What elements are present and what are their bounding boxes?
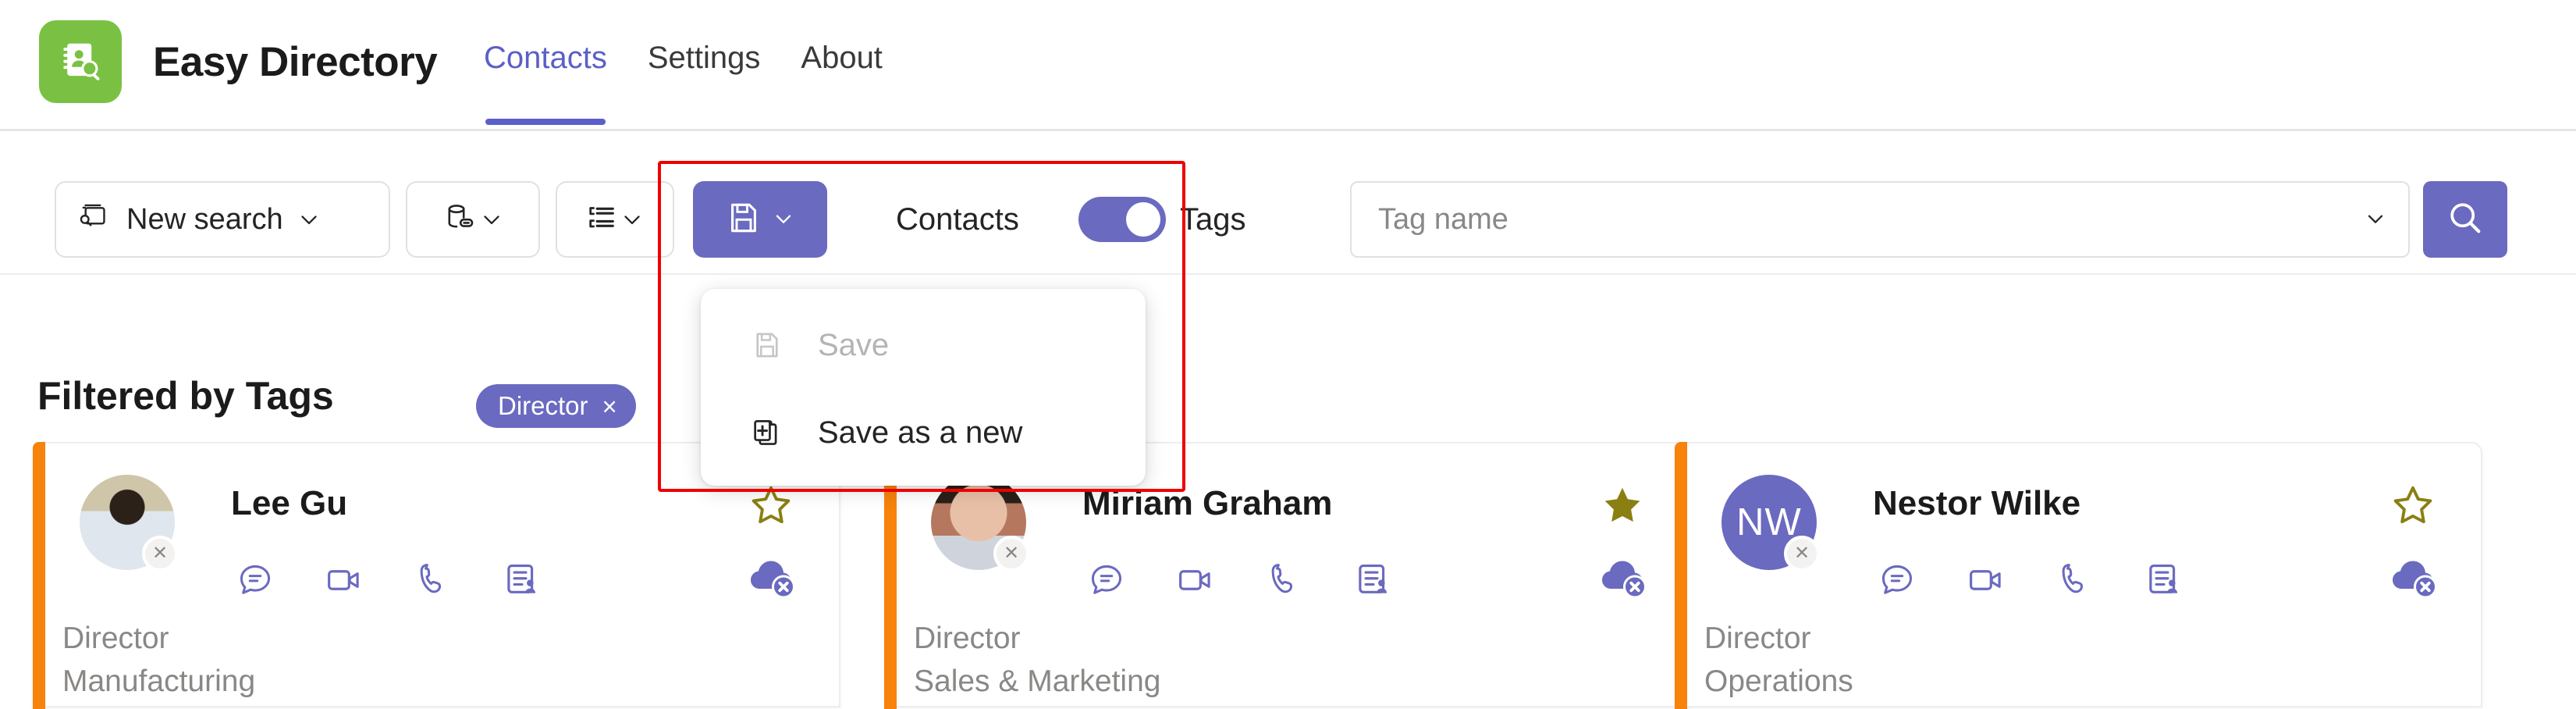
close-icon[interactable]: × <box>602 394 617 419</box>
tag-name-input[interactable]: Tag name <box>1350 181 2410 258</box>
contact-actions <box>1876 559 2185 601</box>
contact-department: Manufacturing <box>62 664 256 698</box>
phone-call-icon[interactable] <box>2054 559 2096 601</box>
contact-name: Nestor Wilke <box>1873 484 2081 522</box>
save-dropdown-menu: Save Save as a new <box>701 289 1146 486</box>
star-outline-icon[interactable] <box>2389 481 2437 529</box>
contact-role: Director <box>914 622 1021 655</box>
video-call-icon[interactable] <box>323 559 365 601</box>
contact-department: Sales & Marketing <box>914 664 1161 698</box>
data-source-icon <box>441 199 478 240</box>
presence-badge: ✕ <box>1784 536 1820 572</box>
tags-mode-label: Tags <box>1180 201 1246 237</box>
app-header: Easy Directory Contacts Settings About <box>0 0 2576 131</box>
filter-title: Filtered by Tags <box>37 374 334 418</box>
star-outline-icon[interactable] <box>747 481 795 529</box>
list-view-button[interactable] <box>556 181 674 258</box>
brand: Easy Directory <box>39 20 438 103</box>
toggle-knob <box>1126 202 1160 237</box>
save-floppy-icon <box>723 197 765 243</box>
filter-tag-label: Director <box>498 391 588 420</box>
page-title: Easy Directory <box>153 38 438 85</box>
contact-card-icon[interactable] <box>501 559 543 601</box>
presence-offline-icon: ✕ <box>1003 543 1020 564</box>
tab-active-underline <box>485 119 606 125</box>
phone-call-icon[interactable] <box>1263 559 1306 601</box>
search-button[interactable] <box>2423 181 2507 258</box>
save-button[interactable] <box>693 181 827 258</box>
presence-badge: ✕ <box>142 536 178 572</box>
presence-offline-icon: ✕ <box>1793 543 1810 564</box>
app-root: Easy Directory Contacts Settings About N… <box>0 0 2576 709</box>
menu-item-save-as-new[interactable]: Save as a new <box>701 389 1146 476</box>
chevron-down-icon <box>771 206 798 233</box>
tab-about-label: About <box>801 41 883 75</box>
contact-card-icon[interactable] <box>2143 559 2185 601</box>
contacts-tags-toggle[interactable] <box>1078 197 1166 242</box>
chevron-down-icon[interactable] <box>2363 206 2389 233</box>
save-floppy-icon <box>749 327 785 363</box>
cloud-offline-icon[interactable] <box>1597 553 1651 601</box>
main-nav: Contacts Settings About <box>484 33 923 128</box>
tab-contacts-label: Contacts <box>484 41 607 75</box>
contact-card-list: ✕ Lee Gu Director Manufacturing ✕ Miriam… <box>0 437 2576 709</box>
card-accent-bar <box>1675 442 1687 709</box>
chevron-down-icon <box>296 206 322 233</box>
tag-name-placeholder: Tag name <box>1378 202 1508 236</box>
contact-name: Lee Gu <box>231 484 348 522</box>
phone-call-icon[interactable] <box>412 559 454 601</box>
cloud-offline-icon[interactable] <box>745 553 800 601</box>
tab-about[interactable]: About <box>801 33 883 128</box>
menu-item-save: Save <box>701 301 1146 389</box>
chevron-down-icon <box>619 206 645 233</box>
contact-role: Director <box>62 622 169 655</box>
contact-name: Miriam Graham <box>1082 484 1333 522</box>
contacts-mode-label: Contacts <box>896 201 1019 237</box>
tab-settings[interactable]: Settings <box>648 33 761 128</box>
contact-role: Director <box>1704 622 1811 655</box>
filter-tag-chip[interactable]: Director × <box>476 384 636 428</box>
mode-switch-tags-label: Tags <box>1180 181 1246 258</box>
list-view-icon <box>584 201 619 239</box>
contact-actions <box>1085 559 1395 601</box>
contact-card-icon[interactable] <box>1352 559 1395 601</box>
save-as-new-icon <box>749 415 785 451</box>
cloud-offline-icon[interactable] <box>2387 553 2442 601</box>
contact-card[interactable]: NW ✕ Nestor Wilke Director Operations <box>1675 442 2482 709</box>
filter-row <box>0 275 2576 431</box>
menu-item-save-as-new-label: Save as a new <box>818 415 1023 450</box>
star-filled-icon[interactable] <box>1598 481 1647 529</box>
card-accent-bar <box>33 442 45 709</box>
presence-offline-icon: ✕ <box>151 543 169 564</box>
chat-icon[interactable] <box>234 559 276 601</box>
contact-department: Operations <box>1704 664 1853 698</box>
new-search-icon <box>76 200 112 240</box>
video-call-icon[interactable] <box>1174 559 1217 601</box>
presence-badge: ✕ <box>993 536 1029 572</box>
tab-contacts[interactable]: Contacts <box>484 33 607 128</box>
contact-book-search-icon <box>39 20 122 103</box>
chevron-down-icon <box>478 206 505 233</box>
search-icon <box>2443 196 2487 244</box>
tab-settings-label: Settings <box>647 41 761 75</box>
chat-icon[interactable] <box>1085 559 1128 601</box>
new-search-label: New search <box>126 202 283 236</box>
menu-item-save-label: Save <box>818 327 890 362</box>
chat-icon[interactable] <box>1876 559 1918 601</box>
contact-actions <box>234 559 543 601</box>
data-source-button[interactable] <box>406 181 540 258</box>
new-search-button[interactable]: New search <box>55 181 390 258</box>
mode-switch-contacts-label: Contacts <box>896 181 1019 258</box>
video-call-icon[interactable] <box>1965 559 2007 601</box>
